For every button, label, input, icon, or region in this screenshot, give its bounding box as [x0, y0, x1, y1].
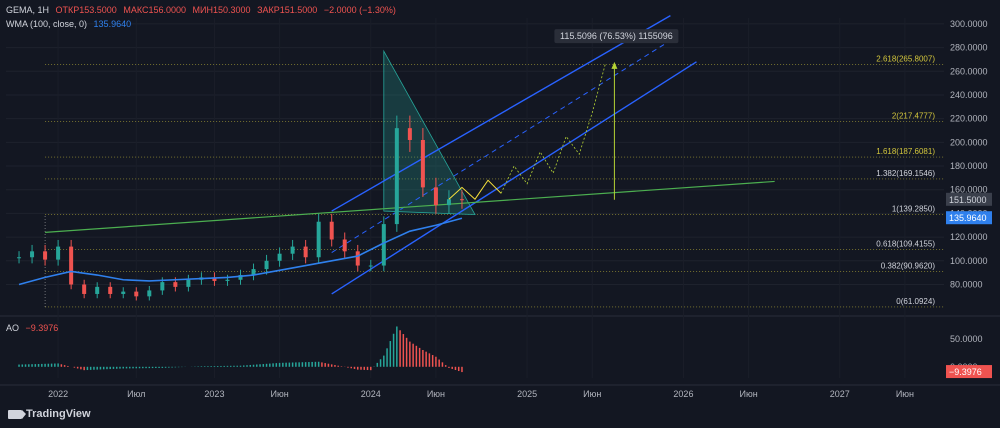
- x-tick-label: 2026: [673, 389, 693, 399]
- x-tick-label: 2023: [204, 389, 224, 399]
- candle-body: [17, 257, 22, 259]
- candle-body: [381, 224, 386, 266]
- candle-body: [43, 251, 48, 260]
- fib-level-label: 0.382(90.9620): [881, 262, 936, 271]
- candle-body: [355, 251, 360, 266]
- candle-body: [277, 253, 282, 261]
- x-tick-label: Июн: [427, 389, 445, 399]
- ao-value: −9.3976: [25, 323, 59, 333]
- wma-legend: WMA (100, close, 0) 135.9640: [6, 19, 135, 29]
- low-value: МИН150.3000: [192, 5, 251, 15]
- candle-body: [290, 246, 295, 254]
- candle-body: [446, 199, 451, 206]
- ao-legend: AO −9.3976: [6, 323, 62, 333]
- fib-level-label: 0(61.0924): [896, 297, 935, 306]
- y-tick-label: 220.0000: [950, 114, 988, 124]
- candle-body: [316, 221, 321, 258]
- y-tick-label: 280.0000: [950, 43, 988, 53]
- tradingview-icon: [8, 409, 26, 419]
- x-tick-label: Июн: [583, 389, 601, 399]
- candle-body: [121, 291, 126, 294]
- open-value: ОТКР153.5000: [55, 5, 117, 15]
- candle-body: [433, 187, 438, 206]
- y-tick-label: 80.0000: [950, 279, 983, 289]
- x-tick-label: 2022: [48, 389, 68, 399]
- candle-body: [56, 246, 61, 260]
- fib-level-label: 2.618(265.8007): [876, 54, 935, 63]
- candle-body: [394, 128, 399, 225]
- fib-level-label: 2(217.4777): [892, 112, 935, 121]
- x-tick-label: 2024: [361, 389, 381, 399]
- candle-body: [147, 290, 152, 297]
- x-tick-label: Июл: [127, 389, 145, 399]
- symbol-legend: GEMA, 1H ОТКР153.5000 МАКС156.0000 МИН15…: [6, 5, 400, 15]
- candle-body: [160, 282, 165, 291]
- candle-body: [342, 239, 347, 252]
- candle-body: [264, 260, 269, 270]
- high-value: МАКС156.0000: [123, 5, 187, 15]
- candle-body: [82, 284, 87, 294]
- channel-mid-line: [331, 40, 671, 253]
- symbol-name[interactable]: GEMA, 1H: [6, 5, 49, 15]
- candle-body: [303, 246, 308, 258]
- y-tick-label: 180.0000: [950, 161, 988, 171]
- measure-arrowhead: [611, 61, 618, 69]
- tradingview-name: TradingView: [26, 408, 91, 420]
- channel-upper-line: [331, 15, 671, 212]
- wma-label[interactable]: WMA (100, close, 0): [6, 19, 87, 29]
- y-tick-label: 200.0000: [950, 137, 988, 147]
- x-tick-label: 2027: [830, 389, 850, 399]
- candle-body: [368, 265, 373, 267]
- close-value: ЗАКР151.5000: [257, 5, 318, 15]
- chart-canvas[interactable]: 300.0000 280.0000 260.0000 240.0000 220.0000…: [0, 0, 1000, 428]
- ao-last-label: −9.3976: [949, 367, 982, 377]
- candle-body: [108, 286, 113, 294]
- ao-label[interactable]: AO: [6, 323, 19, 333]
- wma-price-label: 135.9640: [949, 213, 987, 223]
- y-tick-label: 260.0000: [950, 66, 988, 76]
- x-tick-label: Июн: [896, 389, 914, 399]
- x-tick-label: Июн: [270, 389, 288, 399]
- y-tick-label: 240.0000: [950, 90, 988, 100]
- tradingview-logo[interactable]: TradingView: [8, 408, 91, 420]
- candle-body: [134, 291, 139, 297]
- wma-value: 135.9640: [93, 19, 132, 29]
- fib-level-label: 1(139.2850): [892, 204, 935, 213]
- ao-tick-label: 50.0000: [950, 334, 983, 344]
- candle-body: [186, 279, 191, 287]
- candle-body: [69, 246, 74, 285]
- fib-level-label: 1.382(169.1546): [876, 169, 935, 178]
- candle-body: [173, 282, 178, 287]
- candle-body: [95, 286, 100, 294]
- measure-label: 115.5096 (76.53%) 1155096: [560, 31, 673, 41]
- candle-body: [225, 279, 230, 281]
- last-price-label: 151.5000: [949, 195, 987, 205]
- candle-body: [420, 139, 425, 188]
- y-tick-label: 100.0000: [950, 256, 988, 266]
- candle-body: [329, 221, 334, 240]
- fib-level-label: 1.618(187.6081): [876, 147, 935, 156]
- candle-body: [459, 199, 464, 201]
- candle-body: [407, 128, 412, 140]
- y-tick-label: 300.0000: [950, 19, 988, 29]
- change-value: −2.0000 (−1.30%): [323, 5, 396, 15]
- candle-body: [30, 251, 35, 258]
- x-tick-label: 2025: [517, 389, 537, 399]
- y-tick-label: 120.0000: [950, 232, 988, 242]
- fib-level-label: 0.618(109.4155): [876, 240, 935, 249]
- x-tick-label: Июн: [739, 389, 757, 399]
